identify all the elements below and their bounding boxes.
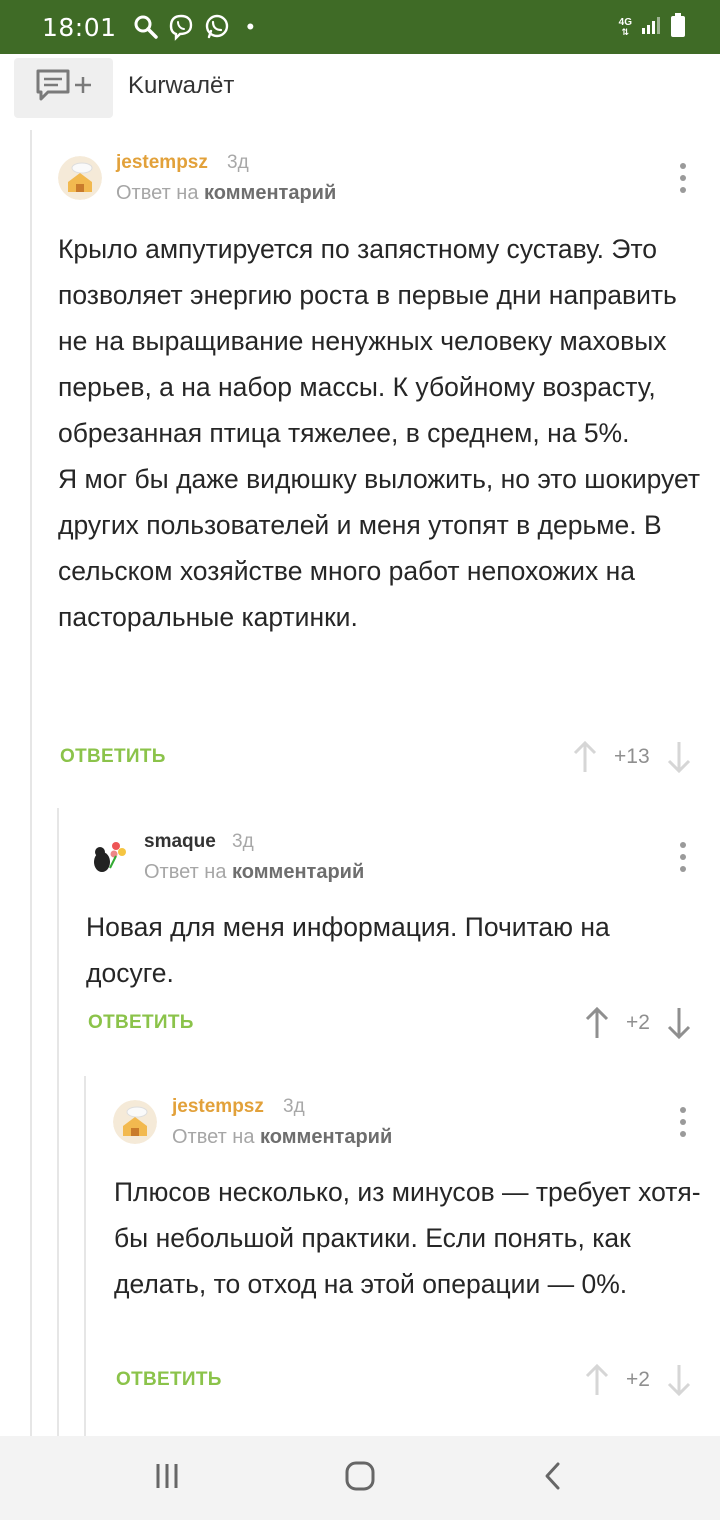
reply-to[interactable]: Ответ на комментарий xyxy=(172,1126,392,1149)
comment-time: 3д xyxy=(227,152,249,173)
network-label: 4G xyxy=(618,16,632,28)
comment-time: 3д xyxy=(232,831,254,852)
whatsapp-icon xyxy=(203,13,231,41)
comment-author[interactable]: smaque xyxy=(144,831,216,853)
home-icon xyxy=(343,1459,377,1498)
notification-dot: • xyxy=(246,14,255,39)
status-bar: 18:01 • 4G ⇅ xyxy=(0,0,720,54)
status-time: 18:01 xyxy=(42,12,117,42)
avatar[interactable] xyxy=(113,1100,157,1144)
recent-apps-button[interactable] xyxy=(137,1448,197,1508)
downvote-arrow-icon[interactable] xyxy=(666,740,692,774)
vote-controls: +13 xyxy=(572,740,692,774)
reply-to-prefix: Ответ на xyxy=(144,861,227,883)
downvote-arrow-icon[interactable] xyxy=(666,1006,692,1040)
comment-menu-button[interactable] xyxy=(678,1107,688,1137)
system-nav-bar xyxy=(0,1436,720,1520)
add-comment-button[interactable] xyxy=(14,58,113,118)
comment-time: 3д xyxy=(283,1096,305,1117)
comment-text: Плюсов несколько, из минусов — требует х… xyxy=(114,1177,701,1299)
comment-author[interactable]: jestempsz xyxy=(116,152,208,174)
avatar[interactable] xyxy=(86,836,130,880)
thread-line-2 xyxy=(57,808,59,1436)
back-icon xyxy=(538,1461,568,1496)
reply-to-prefix: Ответ на xyxy=(116,182,199,204)
comment-menu-button[interactable] xyxy=(678,842,688,872)
downvote-arrow-icon[interactable] xyxy=(666,1363,692,1397)
reply-to-prefix: Ответ на xyxy=(172,1126,255,1148)
vote-controls: +2 xyxy=(584,1363,692,1397)
comment-text: Крыло ампутируется по запястному суставу… xyxy=(58,234,701,632)
signal-icon xyxy=(640,14,662,41)
vote-controls: +2 xyxy=(584,1006,692,1040)
upvote-arrow-icon[interactable] xyxy=(572,740,598,774)
thread-line-3 xyxy=(84,1076,86,1436)
back-button[interactable] xyxy=(523,1448,583,1508)
post-header: Kurwалёт xyxy=(0,54,720,128)
comment-text: Новая для меня информация. Почитаю на до… xyxy=(86,912,610,988)
reply-button[interactable]: ОТВЕТИТЬ xyxy=(88,1012,194,1034)
viber-icon xyxy=(167,13,195,41)
post-title[interactable]: Kurwалёт xyxy=(128,72,234,100)
recent-apps-icon xyxy=(152,1461,182,1496)
reply-to-target[interactable]: комментарий xyxy=(204,182,336,204)
avatar[interactable] xyxy=(58,156,102,200)
reply-button[interactable]: ОТВЕТИТЬ xyxy=(60,746,166,768)
upvote-arrow-icon[interactable] xyxy=(584,1006,610,1040)
reply-to[interactable]: Ответ на комментарий xyxy=(144,861,364,884)
comment-author[interactable]: jestempsz xyxy=(172,1096,264,1118)
reply-to-target[interactable]: комментарий xyxy=(232,861,364,883)
battery-icon xyxy=(670,12,686,43)
reply-to-target[interactable]: комментарий xyxy=(260,1126,392,1148)
reply-button[interactable]: ОТВЕТИТЬ xyxy=(116,1369,222,1391)
rating-count: +13 xyxy=(614,745,650,768)
comment-menu-button[interactable] xyxy=(678,163,688,193)
upvote-arrow-icon[interactable] xyxy=(584,1363,610,1397)
network-type: 4G ⇅ xyxy=(618,16,632,37)
thread-line-1 xyxy=(30,130,32,1436)
search-icon xyxy=(133,14,159,40)
home-button[interactable] xyxy=(330,1448,390,1508)
comment-add-icon xyxy=(34,68,100,109)
rating-count: +2 xyxy=(626,1011,650,1034)
reply-to[interactable]: Ответ на комментарий xyxy=(116,182,336,205)
rating-count: +2 xyxy=(626,1368,650,1391)
